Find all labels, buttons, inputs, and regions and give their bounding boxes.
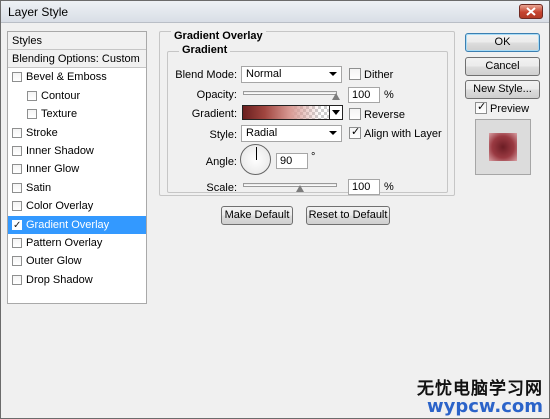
scale-slider-track[interactable]: [243, 183, 337, 187]
opacity-input[interactable]: 100: [348, 87, 380, 103]
gradient-label: Gradient:: [191, 108, 237, 120]
style-item-texture[interactable]: Texture: [8, 105, 146, 123]
window-title: Layer Style: [8, 5, 69, 19]
scale-slider-thumb[interactable]: [296, 185, 304, 192]
style-item-label: Satin: [26, 181, 52, 194]
angle-label: Angle:: [205, 156, 237, 168]
chevron-down-icon: [329, 131, 337, 135]
style-checkbox[interactable]: [12, 164, 22, 175]
scale-input[interactable]: 100: [348, 179, 380, 195]
align-label: Align with Layer: [364, 128, 442, 140]
cancel-button[interactable]: Cancel: [465, 57, 540, 76]
gradient-overlay-title: Gradient Overlay: [171, 30, 266, 42]
style-label: Style:: [209, 129, 237, 141]
blend-mode-label: Blend Mode:: [175, 69, 237, 81]
style-item-color-overlay[interactable]: Color Overlay: [8, 197, 146, 215]
gradient-picker-swatch[interactable]: [242, 105, 330, 120]
opacity-slider-track[interactable]: [243, 91, 337, 95]
align-with-layer-checkbox[interactable]: Align with Layer: [349, 125, 442, 140]
scale-unit: %: [384, 181, 394, 193]
style-preview: [475, 119, 531, 175]
style-item-label: Bevel & Emboss: [26, 71, 107, 84]
style-item-inner-shadow[interactable]: Inner Shadow: [8, 142, 146, 160]
style-checkbox[interactable]: [12, 256, 22, 267]
ok-button[interactable]: OK: [465, 33, 540, 52]
style-item-label: Drop Shadow: [26, 273, 93, 286]
new-style-button[interactable]: New Style...: [465, 80, 540, 99]
angle-input[interactable]: 90: [276, 153, 308, 169]
title-bar[interactable]: Layer Style: [1, 1, 549, 23]
style-checkbox[interactable]: [12, 274, 22, 285]
style-checkbox[interactable]: [12, 237, 22, 248]
align-box[interactable]: [349, 125, 361, 139]
style-checkbox[interactable]: [12, 182, 22, 193]
style-checkbox[interactable]: [27, 109, 37, 120]
style-item-label: Gradient Overlay: [26, 218, 110, 231]
style-checkbox[interactable]: [12, 72, 22, 83]
style-item-pattern-overlay[interactable]: Pattern Overlay: [8, 234, 146, 252]
style-checkbox[interactable]: [12, 145, 22, 156]
style-item-label: Inner Glow: [26, 163, 80, 176]
style-item-gradient-overlay[interactable]: Gradient Overlay: [8, 215, 146, 235]
style-select[interactable]: Radial: [241, 125, 342, 142]
style-value: Radial: [246, 127, 278, 139]
angle-dial[interactable]: [240, 144, 271, 175]
gradient-subgroup-title: Gradient: [179, 44, 231, 56]
layer-style-dialog: Layer Style Styles Blending Options: Cus…: [0, 0, 550, 419]
blend-mode-value: Normal: [246, 68, 282, 80]
preview-box[interactable]: [475, 100, 487, 114]
dither-label: Dither: [364, 69, 394, 81]
style-item-outer-glow[interactable]: Outer Glow: [8, 252, 146, 270]
opacity-label: Opacity:: [196, 89, 237, 101]
opacity-slider-thumb[interactable]: [332, 93, 340, 100]
style-item-label: Texture: [41, 108, 78, 121]
reverse-box[interactable]: [349, 108, 361, 120]
style-item-label: Inner Shadow: [26, 144, 94, 157]
style-item-label: Outer Glow: [26, 255, 82, 268]
style-item-label: Color Overlay: [26, 200, 94, 213]
style-item-label: Pattern Overlay: [26, 236, 103, 249]
styles-list: Styles Blending Options: Custom Bevel & …: [7, 31, 147, 304]
blend-mode-select[interactable]: Normal: [241, 66, 342, 83]
style-item-contour[interactable]: Contour: [8, 87, 146, 105]
dither-box[interactable]: [349, 68, 361, 80]
style-item-inner-glow[interactable]: Inner Glow: [8, 160, 146, 178]
style-checkbox[interactable]: [27, 90, 37, 101]
style-checkbox[interactable]: [12, 127, 22, 138]
style-item-satin[interactable]: Satin: [8, 179, 146, 197]
preview-label: Preview: [490, 103, 530, 115]
watermark-url: wypcw.com: [426, 396, 543, 417]
style-item-stroke[interactable]: Stroke: [8, 124, 146, 142]
style-checkbox[interactable]: [12, 217, 22, 235]
make-default-button[interactable]: Make Default: [221, 206, 293, 225]
gradient-dropdown-button[interactable]: [329, 105, 343, 120]
reset-to-default-button[interactable]: Reset to Default: [306, 206, 390, 225]
dither-checkbox[interactable]: Dither: [349, 68, 393, 81]
watermark: 无忧电脑学习网 wypcw.com: [417, 381, 543, 416]
opacity-unit: %: [384, 89, 394, 101]
angle-indicator: [256, 147, 257, 160]
preview-checkbox[interactable]: Preview: [475, 100, 530, 115]
style-item-label: Contour: [41, 89, 81, 102]
styles-header[interactable]: Styles: [8, 32, 146, 50]
style-item-bevel-emboss[interactable]: Bevel & Emboss: [8, 68, 146, 86]
blending-options[interactable]: Blending Options: Custom: [8, 50, 146, 69]
style-item-drop-shadow[interactable]: Drop Shadow: [8, 271, 146, 289]
chevron-down-icon: [329, 72, 337, 76]
close-icon: [526, 7, 536, 16]
angle-unit: °: [311, 151, 316, 163]
style-checkbox[interactable]: [12, 201, 22, 212]
reverse-label: Reverse: [364, 109, 405, 121]
scale-label: Scale:: [206, 182, 237, 194]
close-button[interactable]: [519, 4, 543, 19]
reverse-checkbox[interactable]: Reverse: [349, 108, 405, 121]
preview-swatch: [489, 133, 517, 161]
style-item-label: Stroke: [26, 126, 58, 139]
